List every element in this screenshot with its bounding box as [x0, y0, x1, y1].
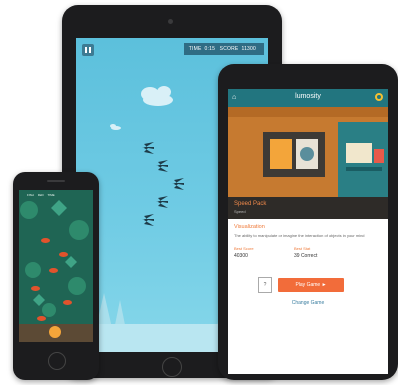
hud-item: FED: [37, 193, 44, 197]
bird-icon: [156, 196, 168, 208]
best-stat-value: 39 Correct: [294, 253, 318, 259]
phone-bottom-bar: [19, 324, 93, 342]
fish-icon[interactable]: [31, 286, 40, 291]
speaker-grille: [47, 180, 65, 182]
best-score-value: 40300: [234, 253, 248, 259]
app-title: lumosity: [295, 93, 321, 100]
fish-icon[interactable]: [59, 252, 68, 257]
home-button[interactable]: [162, 357, 182, 377]
bird-icon: [142, 142, 154, 154]
home-button[interactable]: [48, 352, 66, 370]
best-score-stat: Best Score 40300: [234, 246, 294, 259]
pack-banner: Speed Pack Speed: [228, 197, 388, 219]
game-artwork: [228, 107, 388, 197]
phone-game-hud: FISH FED TIME: [27, 193, 58, 197]
change-game-link[interactable]: Change Game: [234, 300, 382, 306]
app-header: ⌂ lumosity: [228, 89, 388, 107]
hud-item: FISH: [27, 193, 34, 197]
skill-heading: Visualization: [234, 224, 265, 230]
cloud-icon: [141, 86, 173, 106]
pack-name: Speed Pack: [234, 201, 267, 207]
skill-info: Visualization The ability to manipulate …: [228, 219, 388, 311]
bird-icon: [172, 178, 184, 190]
fish-icon[interactable]: [49, 268, 58, 273]
play-game-button[interactable]: Play Game ►: [278, 278, 344, 292]
hud-item: TIME: [47, 193, 55, 197]
pond-scene: [19, 190, 93, 342]
ipad-mini-device: ⌂ lumosity Speed Pack Speed Visualizatio…: [218, 64, 398, 380]
help-button[interactable]: ?: [258, 277, 272, 293]
food-icon[interactable]: [49, 326, 61, 338]
best-stat-stat: Best Stat 39 Correct: [294, 246, 354, 259]
bird-icon: [156, 160, 168, 172]
fish-icon[interactable]: [63, 300, 72, 305]
skill-description: The ability to manipulate or imagine the…: [234, 233, 365, 238]
cloud-icon: [110, 124, 121, 130]
fish-icon[interactable]: [41, 238, 50, 243]
play-row: ? Play Game ►: [234, 277, 382, 293]
fish-game-screen: FISH FED TIME: [19, 190, 93, 342]
bird-icon: [142, 214, 154, 226]
bird-flock: [142, 142, 184, 226]
artwork-illustration: [228, 107, 388, 197]
pack-subtitle: Speed: [234, 209, 246, 214]
progress-ring-icon[interactable]: [375, 93, 383, 101]
iphone-device: FISH FED TIME: [13, 172, 99, 380]
best-stat-label: Best Stat: [294, 246, 311, 251]
lumosity-app-screen: ⌂ lumosity Speed Pack Speed Visualizatio…: [228, 89, 388, 374]
stats-row: Best Score 40300 Best Stat 39 Correct: [234, 246, 382, 259]
fish-icon[interactable]: [37, 316, 46, 321]
front-camera: [168, 19, 173, 24]
best-score-label: Best Score: [234, 246, 254, 251]
